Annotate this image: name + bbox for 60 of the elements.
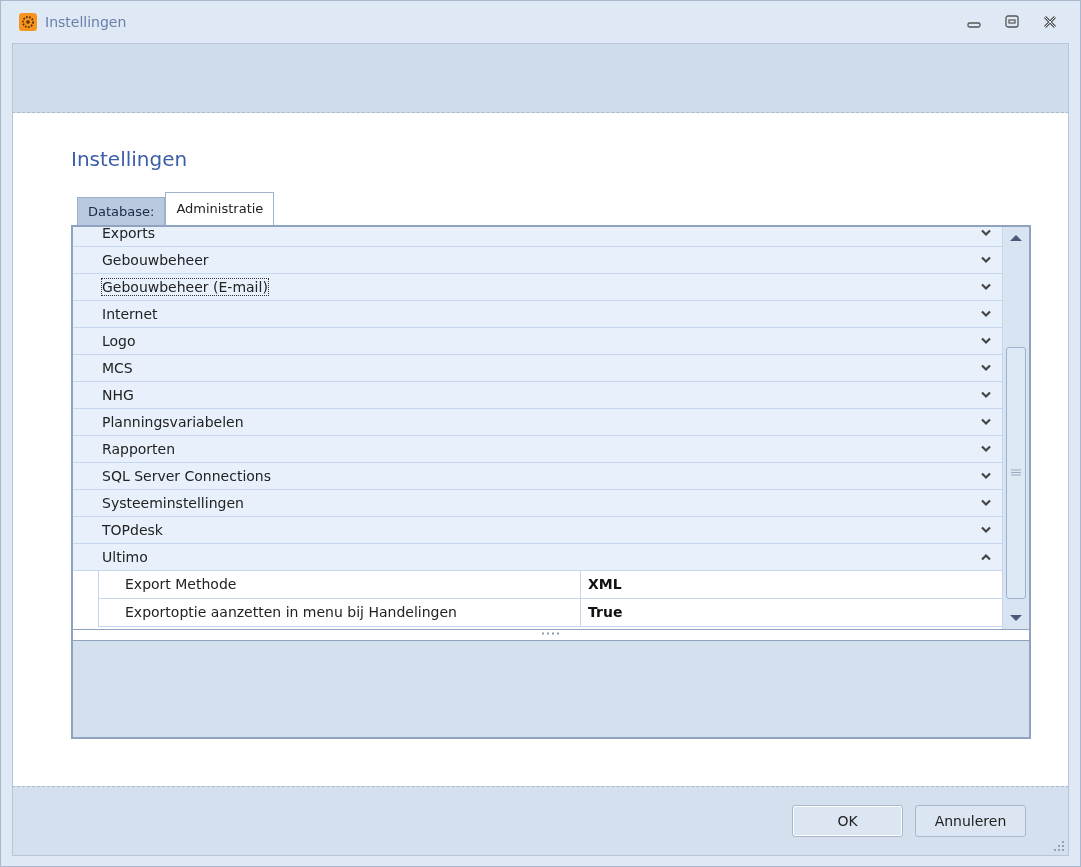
chevron-down-icon[interactable] [980,337,992,345]
category-row[interactable]: Systeeminstellingen [73,490,1002,517]
category-label: Planningsvariabelen [102,414,244,430]
property-value[interactable]: XML [581,571,622,598]
tab[interactable]: Database: [77,197,166,225]
category-row[interactable]: Ultimo [73,544,1002,571]
dialog-button[interactable]: OK [792,805,903,837]
scroll-down-icon[interactable] [1009,613,1023,623]
category-label: Logo [102,333,136,349]
chevron-down-icon[interactable] [980,256,992,264]
category-row[interactable]: SQL Server Connections [73,463,1002,490]
category-label: NHG [102,387,134,403]
resize-grip-icon[interactable] [1053,840,1065,852]
category-label: MCS [102,360,133,376]
chevron-down-icon[interactable] [980,418,992,426]
chevron-down-icon[interactable] [980,229,992,237]
category-row[interactable]: Rapporten [73,436,1002,463]
app-logo-icon [19,13,37,31]
category-row[interactable]: NHG [73,382,1002,409]
chevron-down-icon[interactable] [980,472,992,480]
category-row[interactable]: Internet [73,301,1002,328]
property-name: Exportoptie aanzetten in menu bij Handelingen [99,599,581,626]
category-label: SQL Server Connections [102,468,272,484]
chevron-down-icon[interactable] [980,310,992,318]
tab[interactable]: Administratie [165,192,275,225]
chevron-down-icon[interactable] [980,283,992,291]
splitter[interactable] [73,629,1029,641]
chevron-down-icon[interactable] [980,526,992,534]
grip-lines-icon [1011,469,1021,477]
category-label: Internet [102,306,158,322]
category-label: TOPdesk [102,522,163,538]
category-row[interactable]: MCS [73,355,1002,382]
category-row[interactable]: Gebouwbeheer [73,247,1002,274]
page-heading: Instellingen [71,147,189,171]
scrollbar-thumb[interactable] [1006,347,1026,599]
category-row[interactable]: Exports [73,227,1002,247]
scroll-up-icon[interactable] [1009,233,1023,243]
category-label: Ultimo [102,549,148,565]
window-title: Instellingen [45,14,127,30]
vertical-scrollbar[interactable] [1002,227,1029,629]
category-row[interactable]: Gebouwbeheer (E-mail) [73,274,1002,301]
chevron-up-icon[interactable] [980,553,992,561]
chevron-down-icon[interactable] [980,391,992,399]
property-name: Export Methode [99,571,581,598]
close-icon[interactable] [1042,14,1058,30]
dialog-button[interactable]: Annuleren [915,805,1026,837]
category-label: Exports [102,227,156,241]
splitter-dots-icon [541,632,561,635]
restore-icon[interactable] [1004,14,1020,30]
category-label: Gebouwbeheer (E-mail) [102,279,268,295]
chevron-down-icon[interactable] [980,445,992,453]
category-row[interactable]: Planningsvariabelen [73,409,1002,436]
category-label: Systeeminstellingen [102,495,244,511]
category-label: Rapporten [102,441,176,457]
category-row[interactable]: TOPdesk [73,517,1002,544]
category-row[interactable]: Logo [73,328,1002,355]
chevron-down-icon[interactable] [980,499,992,507]
chevron-down-icon[interactable] [980,364,992,372]
category-label: Gebouwbeheer [102,252,209,268]
property-value[interactable]: True [581,599,623,626]
